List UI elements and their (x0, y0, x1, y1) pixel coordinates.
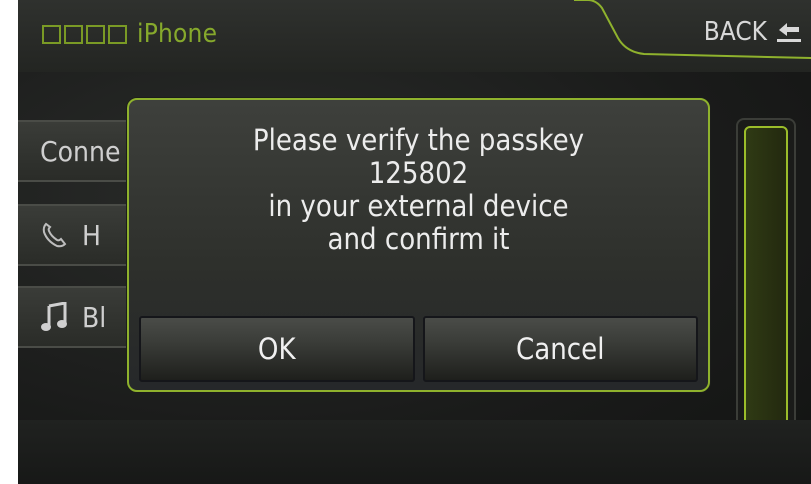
cancel-button[interactable]: Cancel (422, 316, 698, 382)
ok-button[interactable]: OK (139, 316, 415, 382)
scrollbar-thumb[interactable] (744, 126, 788, 432)
music-note-icon (40, 302, 68, 332)
scrollbar[interactable] (736, 118, 796, 440)
placeholder-glyphs (42, 24, 127, 44)
message-line: in your external device (268, 189, 569, 223)
phone-icon (40, 221, 68, 249)
dialog-message: Please verify the passkey 125802 in your… (129, 124, 708, 256)
list-item-label: Conne (40, 134, 121, 168)
message-line: Please verify the passkey (252, 123, 585, 157)
back-label: BACK (703, 17, 767, 47)
back-tab: BACK (574, 0, 811, 72)
title-area: iPhone (42, 14, 217, 54)
passkey-value: 125802 (368, 156, 469, 190)
list-item-label: H (82, 218, 101, 252)
message-line: and confirm it (327, 222, 510, 256)
dialog-buttons: OK Cancel (139, 316, 698, 382)
passkey-dialog: Please verify the passkey 125802 in your… (127, 98, 710, 392)
back-button[interactable]: BACK (704, 10, 803, 54)
bottom-bar (18, 420, 811, 484)
list-item-label: Bl (82, 300, 107, 334)
return-arrow-icon (777, 23, 801, 42)
page-title: iPhone (137, 19, 218, 49)
header-bar: iPhone BACK (18, 0, 811, 72)
infotainment-screen: iPhone BACK Conne H Bl Please verify the… (18, 0, 811, 484)
